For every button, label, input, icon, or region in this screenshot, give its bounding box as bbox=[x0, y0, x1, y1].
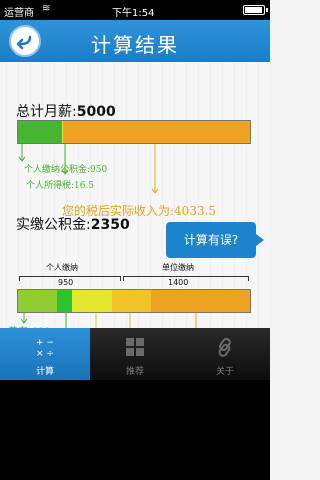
calculator-icon: + − × ÷ bbox=[36, 338, 54, 358]
grid-icon bbox=[126, 338, 144, 356]
company-contribution-value: 1400 bbox=[168, 278, 189, 287]
bar-segment-pooled bbox=[151, 290, 250, 312]
personal-contribution-label: 个人缴纳 bbox=[46, 263, 78, 272]
tab-calculate-label: 计算 bbox=[35, 367, 54, 377]
report-error-button[interactable]: 计算有误? bbox=[166, 222, 264, 258]
personal-contribution-value: 950 bbox=[58, 278, 74, 287]
income-tax-text: 个人所得税:16.5 bbox=[26, 181, 95, 191]
bar-segment-medical bbox=[57, 290, 73, 312]
tab-recommend-label: 推荐 bbox=[125, 367, 144, 377]
fund-total-value: 2350 bbox=[90, 217, 130, 233]
link-icon bbox=[218, 337, 231, 357]
fund-total-label: 实缴公积金:2350 bbox=[16, 217, 130, 233]
company-contribution-label: 单位缴纳 bbox=[162, 263, 194, 272]
bar-segment-housing-personal bbox=[72, 290, 112, 312]
bar-segment-housing-company bbox=[111, 290, 152, 312]
bottom-area bbox=[0, 380, 270, 480]
tab-calculate[interactable]: + − × ÷ 计算 bbox=[0, 328, 90, 380]
fund-bar bbox=[17, 289, 251, 313]
svg-text:+ −: + − bbox=[36, 338, 54, 348]
tab-about[interactable]: 关于 bbox=[180, 328, 270, 380]
fund-deduction-text: 个人缴纳公积金:950 bbox=[24, 165, 108, 175]
tab-bar: + − × ÷ 计算 推荐 关于 bbox=[0, 328, 270, 380]
tab-about-label: 关于 bbox=[215, 367, 234, 377]
svg-text:× ÷: × ÷ bbox=[36, 349, 54, 358]
tab-recommend[interactable]: 推荐 bbox=[90, 328, 180, 380]
bar-segment-pension bbox=[18, 290, 58, 312]
